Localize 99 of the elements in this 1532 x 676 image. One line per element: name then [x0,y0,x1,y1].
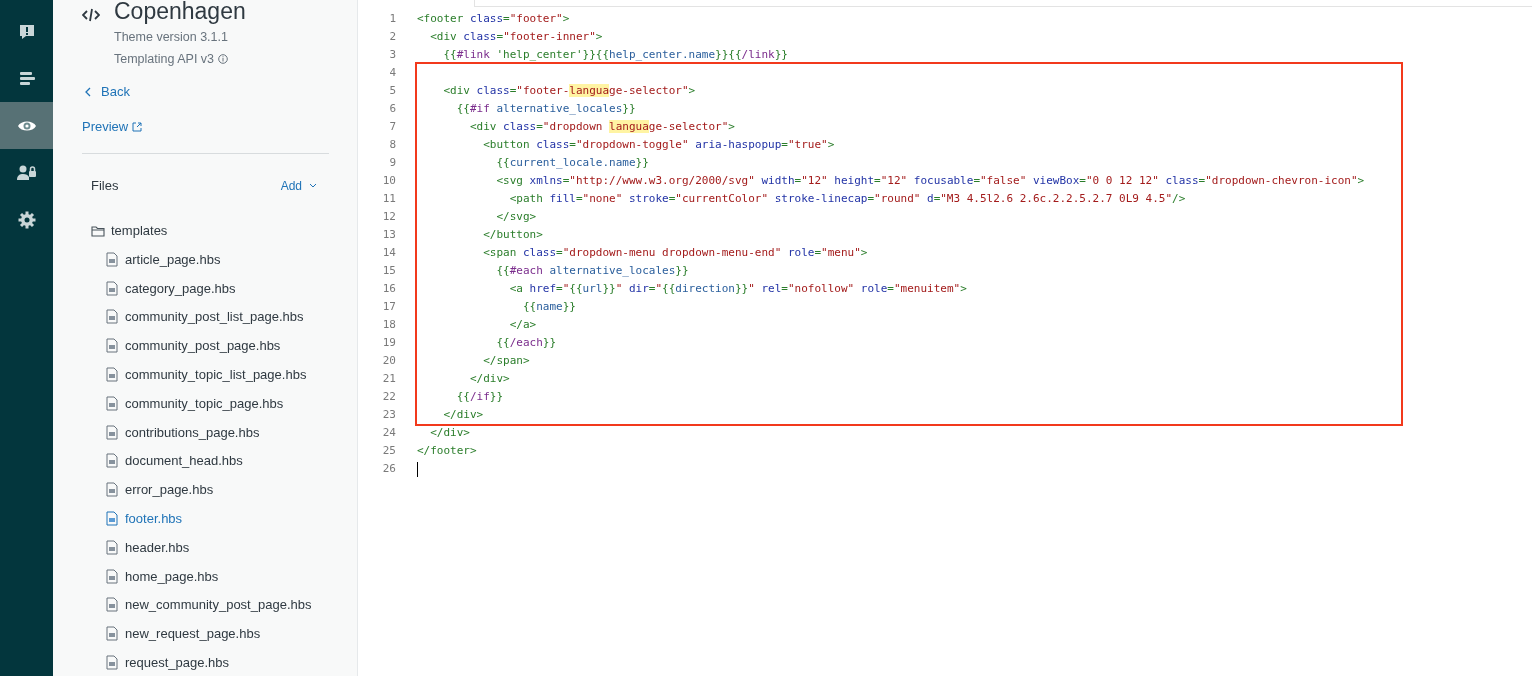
line-number: 5 [388,83,396,99]
line-number: 16 [381,281,396,297]
line-number: 2 [388,29,396,45]
file-item[interactable]: community_post_list_page.hbs [106,302,357,332]
file-icon [106,482,118,498]
file-icon [106,309,118,325]
code-icon [82,8,100,22]
code-line: {{/each}} [495,335,557,351]
file-item[interactable]: request_page.hbs [106,648,357,676]
file-item[interactable]: document_head.hbs [106,446,357,476]
file-item[interactable]: error_page.hbs [106,475,357,505]
line-number: 3 [388,47,396,63]
file-icon [106,626,118,642]
caret-icon [309,183,317,188]
file-item[interactable]: header.hbs [106,532,357,562]
line-number: 21 [381,371,396,387]
line-number: 15 [381,263,396,279]
line-number: 1 [388,11,396,27]
line-number: 7 [388,119,396,135]
line-number: 13 [381,227,396,243]
code-line: </div> [468,371,510,387]
line-number: 14 [381,245,396,261]
line-number: 26 [381,461,396,477]
line-number: 19 [381,335,396,351]
file-icon [106,280,118,296]
chevron-left-icon [85,86,91,97]
code-line: </svg> [495,209,537,225]
line-number: 24 [381,425,396,441]
folder-item[interactable]: templates [91,223,357,238]
line-number: 17 [381,299,396,315]
code-line: </button> [482,227,543,243]
file-item[interactable]: article_page.hbs [106,245,357,274]
file-icon [106,568,118,584]
code-line: <path fill="none" stroke="currentColor" stroke-linecap="round" d="M3 4.5l2.6 2.6c.2.2.5.2.7 0L9 4.5"/> [508,191,1186,207]
file-icon [106,511,118,527]
code-line: {{#link 'help_center'}}{{help_center.name}}{{/link}} [442,47,788,63]
nav-item[interactable] [0,102,53,149]
code-line: </a> [508,317,537,333]
file-item[interactable]: community_post_page.hbs [106,331,357,361]
file-item[interactable]: home_page.hbs [106,561,357,591]
file-icon [106,539,118,555]
theme-version: Theme version 3.1.1 [114,29,229,46]
file-icon [106,597,118,613]
add-button[interactable]: Add [280,178,317,193]
code-line: <div class="footer-language-selector"> [442,83,696,99]
file-icon [106,338,118,354]
code-line: {{name}} [521,299,576,315]
line-number: 18 [381,317,396,333]
file-item[interactable]: community_topic_page.hbs [106,389,357,418]
code-line: {{/if}} [455,389,504,405]
file-icon [106,424,118,440]
code-line: {{#if alternative_locales}} [455,101,636,117]
file-item[interactable]: footer.hbs [106,504,357,533]
file-item[interactable]: contributions_page.hbs [106,417,357,447]
line-number: 12 [381,209,396,225]
api-version: Templating API v3 [114,51,215,68]
file-item[interactable]: new_community_post_page.hbs [106,590,357,620]
line-number: 25 [381,443,396,459]
line-number: 20 [381,353,396,369]
file-item[interactable]: category_page.hbs [106,273,357,303]
theme-title: Copenhagen [114,0,246,26]
line-number: 10 [381,173,396,189]
list-icon [17,70,36,87]
text-cursor [417,461,418,477]
file-icon [106,453,118,469]
code-line: <span class="dropdown-menu dropdown-menu-end" role="menu"> [482,245,868,261]
code-line: <div class="dropdown language-selector"> [468,119,735,135]
file-icon [106,395,118,411]
code-line: </footer> [417,443,477,459]
code-line: </div> [429,425,470,441]
code-line: </div> [442,407,484,423]
code-line: <a href="{{url}}" dir="{{direction}}" rel="nofollow" role="menuitem"> [508,281,967,297]
line-number: 8 [388,137,396,153]
line-number: 9 [388,155,396,171]
code-line: {{current_locale.name}} [495,155,649,171]
file-icon [106,655,118,671]
code-line: </span> [482,353,530,369]
code-line: <footer class="footer"> [417,11,570,27]
file-item[interactable]: new_request_page.hbs [106,619,357,649]
file-item[interactable]: community_topic_list_page.hbs [106,360,357,389]
code-line: {{#each alternative_locales}} [495,263,689,279]
external-link-icon [132,121,143,132]
line-number: 11 [381,191,396,207]
line-number: 23 [381,407,396,423]
user-lock-icon [16,164,37,181]
preview-link[interactable]: Preview [82,119,129,134]
code-line: <button class="dropdown-toggle" aria-haspopup="true"> [482,137,835,153]
code-line: <div class="footer-inner"> [429,29,603,45]
file-icon [106,367,118,383]
alert-icon [17,22,36,41]
code-line: <svg xmlns="http://www.w3.org/2000/svg" width="12" height="12" focusable="false" viewBox="0 0 12 12" class="dropdown-chevron-icon"> [495,173,1365,189]
line-number: 4 [388,65,396,81]
line-number: 6 [388,101,396,117]
folder-icon [91,224,105,237]
file-icon [106,251,118,267]
line-number: 22 [381,389,396,405]
files-heading: Files [91,178,119,193]
back-link[interactable]: Back [101,84,130,99]
info-icon [218,54,229,64]
